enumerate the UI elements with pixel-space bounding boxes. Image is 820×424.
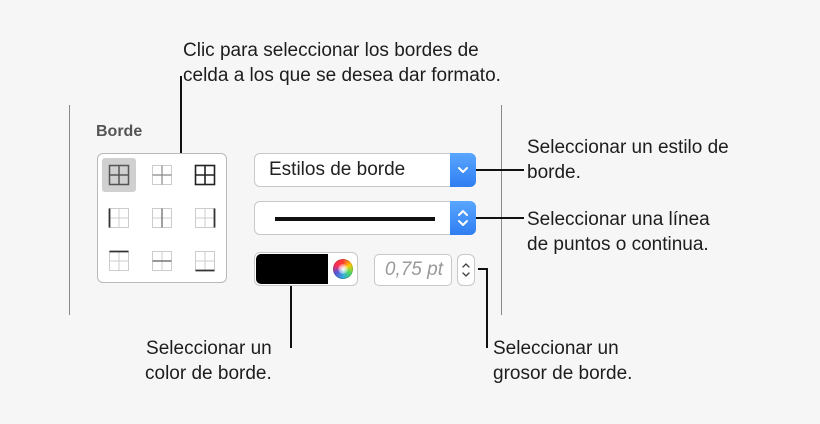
callout-grid-line2: celda a los que se desea dar formato.	[183, 65, 501, 86]
leader-style	[476, 169, 524, 171]
top-border-icon	[109, 250, 129, 271]
stepper-arrows-icon	[462, 263, 470, 277]
callout-style: Seleccionar un estilo de borde.	[527, 135, 729, 185]
border-option-inside-vertical[interactable]	[145, 201, 179, 235]
callout-thickness-line1: Seleccionar un	[493, 338, 619, 359]
border-option-left[interactable]	[102, 201, 136, 235]
leader-line	[476, 217, 524, 219]
border-styles-dropdown-button[interactable]	[450, 153, 476, 187]
inside-horizontal-border-icon	[152, 251, 172, 271]
line-style-popup[interactable]	[254, 201, 476, 235]
bottom-border-icon	[195, 251, 215, 272]
border-color-swatch[interactable]	[256, 254, 328, 284]
border-option-inside[interactable]	[145, 158, 179, 192]
leader-color	[290, 286, 292, 348]
panel-left-edge	[69, 105, 70, 315]
outside-borders-icon	[194, 164, 216, 186]
callout-color: Seleccionar un color de borde.	[145, 336, 272, 386]
border-option-inside-horizontal[interactable]	[145, 244, 179, 278]
border-option-outside[interactable]	[188, 158, 222, 192]
inside-vertical-border-icon	[152, 208, 172, 228]
callout-color-line1: Seleccionar un	[146, 338, 272, 359]
callout-line-line1: Seleccionar una línea	[527, 209, 710, 230]
line-style-dropdown-button[interactable]	[450, 201, 476, 235]
border-option-right[interactable]	[188, 201, 222, 235]
color-wheel-icon[interactable]	[333, 259, 353, 279]
line-style-sample	[275, 217, 435, 221]
border-thickness-field[interactable]: 0,75 pt	[374, 254, 452, 286]
panel-right-edge	[501, 105, 502, 315]
callout-grid: Clic para seleccionar los bordes de celd…	[183, 38, 501, 88]
border-selector-grid	[97, 153, 227, 283]
callout-thickness-line2: grosor de borde.	[493, 363, 633, 384]
callout-style-line2: borde.	[527, 162, 581, 183]
all-borders-icon	[108, 164, 130, 186]
border-styles-label: Estilos de borde	[269, 159, 406, 180]
callout-style-line1: Seleccionar un estilo de	[527, 137, 729, 158]
up-down-chevrons-icon	[458, 210, 468, 226]
border-option-all[interactable]	[102, 158, 136, 192]
border-styles-popup[interactable]: Estilos de borde	[254, 153, 476, 187]
callout-color-line2: color de borde.	[145, 363, 272, 384]
callout-line-line2: de puntos o continua.	[527, 234, 709, 255]
border-thickness-stepper[interactable]	[457, 254, 475, 286]
border-color-well[interactable]	[254, 252, 358, 286]
section-title-borde: Borde	[96, 123, 143, 140]
border-option-top[interactable]	[102, 244, 136, 278]
left-border-icon	[108, 208, 129, 228]
callout-grid-line1: Clic para seleccionar los bordes de	[183, 40, 479, 61]
chevron-down-icon	[458, 167, 468, 173]
inside-borders-icon	[152, 165, 172, 185]
callout-line: Seleccionar una línea de puntos o contin…	[527, 207, 710, 257]
leader-thickness-tick	[478, 268, 488, 270]
leader-grid	[180, 76, 182, 154]
callout-thickness: Seleccionar un grosor de borde.	[493, 336, 632, 386]
right-border-icon	[195, 208, 216, 228]
leader-thickness	[486, 268, 488, 348]
border-option-bottom[interactable]	[188, 244, 222, 278]
